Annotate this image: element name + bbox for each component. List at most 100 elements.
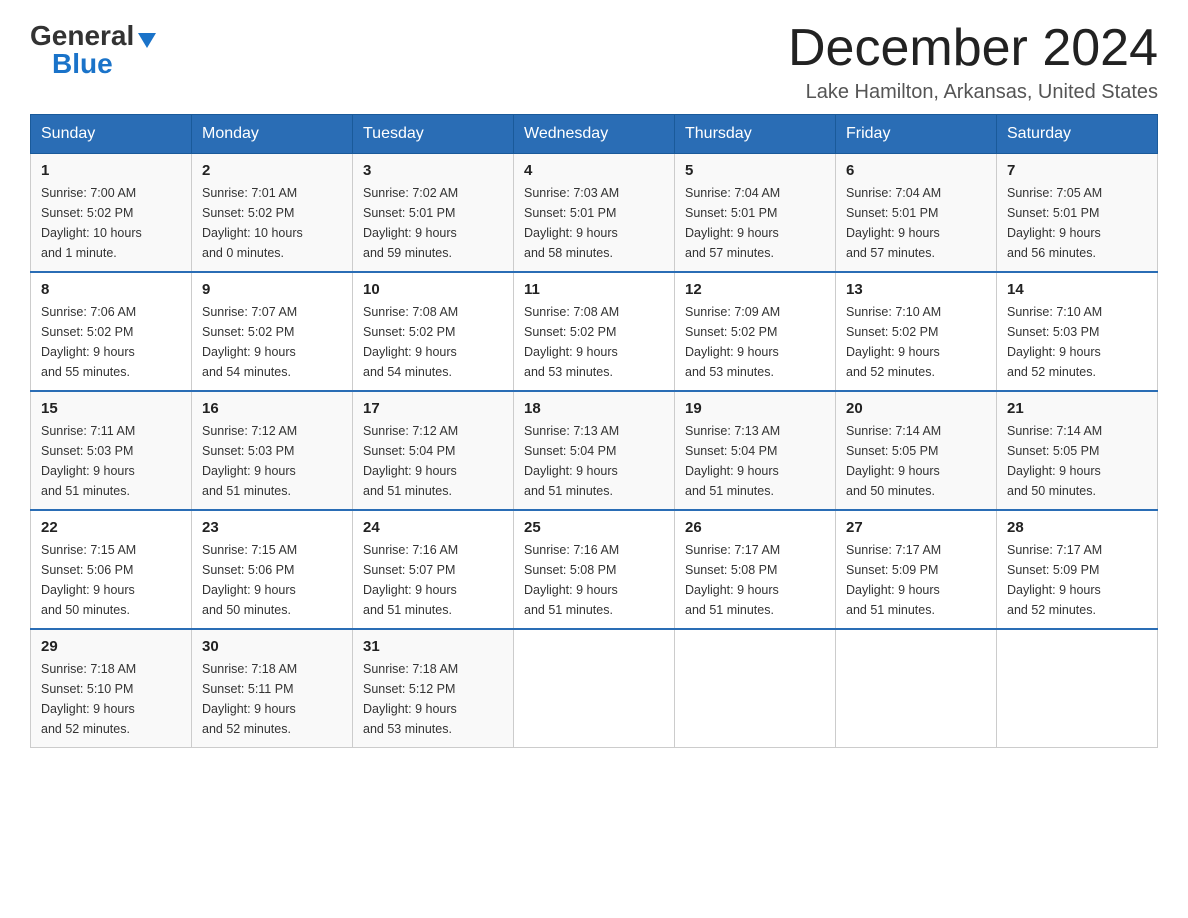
calendar-cell: 30 Sunrise: 7:18 AMSunset: 5:11 PMDayligh… — [192, 629, 353, 748]
calendar-cell: 26 Sunrise: 7:17 AMSunset: 5:08 PMDayligh… — [675, 510, 836, 629]
day-number: 9 — [202, 281, 342, 298]
calendar-cell: 7Sunrise: 7:05 AMSunset: 5:01 PMDaylight… — [997, 154, 1158, 273]
page-header: General Blue December 2024 Lake Hamilton… — [30, 20, 1158, 104]
calendar-cell: 12Sunrise: 7:09 AMSunset: 5:02 PMDayligh… — [675, 272, 836, 391]
calendar-week-row: 22 Sunrise: 7:15 AMSunset: 5:06 PMDayligh… — [31, 510, 1158, 629]
calendar-cell: 22 Sunrise: 7:15 AMSunset: 5:06 PMDayligh… — [31, 510, 192, 629]
day-info: Sunrise: 7:10 AMSunset: 5:02 PMDaylight:… — [846, 302, 986, 382]
day-number: 27 — [846, 519, 986, 536]
day-info: Sunrise: 7:04 AMSunset: 5:01 PMDaylight:… — [846, 183, 986, 263]
day-info: Sunrise: 7:18 AMSunset: 5:11 PMDaylight:… — [202, 659, 342, 739]
day-number: 14 — [1007, 281, 1147, 298]
day-info: Sunrise: 7:12 AMSunset: 5:04 PMDaylight:… — [363, 421, 503, 501]
day-number: 28 — [1007, 519, 1147, 536]
day-number: 15 — [41, 400, 181, 417]
day-number: 2 — [202, 162, 342, 179]
day-number: 11 — [524, 281, 664, 298]
day-number: 6 — [846, 162, 986, 179]
calendar-title: December 2024 — [788, 20, 1158, 77]
weekday-header-wednesday: Wednesday — [514, 115, 675, 154]
day-info: Sunrise: 7:03 AMSunset: 5:01 PMDaylight:… — [524, 183, 664, 263]
calendar-cell: 2 Sunrise: 7:01 AMSunset: 5:02 PMDaylight… — [192, 154, 353, 273]
calendar-cell: 17Sunrise: 7:12 AMSunset: 5:04 PMDayligh… — [353, 391, 514, 510]
logo-blue-text: Blue — [52, 48, 113, 80]
calendar-cell — [997, 629, 1158, 748]
weekday-header-thursday: Thursday — [675, 115, 836, 154]
calendar-week-row: 8Sunrise: 7:06 AMSunset: 5:02 PMDaylight… — [31, 272, 1158, 391]
calendar-cell: 24 Sunrise: 7:16 AMSunset: 5:07 PMDayligh… — [353, 510, 514, 629]
day-number: 3 — [363, 162, 503, 179]
day-number: 25 — [524, 519, 664, 536]
day-number: 24 — [363, 519, 503, 536]
day-info: Sunrise: 7:04 AMSunset: 5:01 PMDaylight:… — [685, 183, 825, 263]
calendar-cell: 23 Sunrise: 7:15 AMSunset: 5:06 PMDayligh… — [192, 510, 353, 629]
calendar-cell: 10 Sunrise: 7:08 AMSunset: 5:02 PMDayligh… — [353, 272, 514, 391]
day-number: 5 — [685, 162, 825, 179]
day-number: 13 — [846, 281, 986, 298]
calendar-cell: 8Sunrise: 7:06 AMSunset: 5:02 PMDaylight… — [31, 272, 192, 391]
calendar-cell: 18Sunrise: 7:13 AMSunset: 5:04 PMDayligh… — [514, 391, 675, 510]
calendar-cell: 14Sunrise: 7:10 AMSunset: 5:03 PMDayligh… — [997, 272, 1158, 391]
calendar-cell: 6 Sunrise: 7:04 AMSunset: 5:01 PMDaylight… — [836, 154, 997, 273]
day-number: 23 — [202, 519, 342, 536]
day-info: Sunrise: 7:16 AMSunset: 5:07 PMDaylight:… — [363, 540, 503, 620]
calendar-cell: 9Sunrise: 7:07 AMSunset: 5:02 PMDaylight… — [192, 272, 353, 391]
day-info: Sunrise: 7:15 AMSunset: 5:06 PMDaylight:… — [41, 540, 181, 620]
day-number: 22 — [41, 519, 181, 536]
day-info: Sunrise: 7:17 AMSunset: 5:08 PMDaylight:… — [685, 540, 825, 620]
day-number: 20 — [846, 400, 986, 417]
day-info: Sunrise: 7:05 AMSunset: 5:01 PMDaylight:… — [1007, 183, 1147, 263]
calendar-cell: 27 Sunrise: 7:17 AMSunset: 5:09 PMDayligh… — [836, 510, 997, 629]
weekday-header-friday: Friday — [836, 115, 997, 154]
day-number: 4 — [524, 162, 664, 179]
calendar-cell: 5 Sunrise: 7:04 AMSunset: 5:01 PMDaylight… — [675, 154, 836, 273]
day-info: Sunrise: 7:02 AMSunset: 5:01 PMDaylight:… — [363, 183, 503, 263]
weekday-header-sunday: Sunday — [31, 115, 192, 154]
day-info: Sunrise: 7:17 AMSunset: 5:09 PMDaylight:… — [846, 540, 986, 620]
calendar-cell: 1Sunrise: 7:00 AMSunset: 5:02 PMDaylight… — [31, 154, 192, 273]
day-info: Sunrise: 7:13 AMSunset: 5:04 PMDaylight:… — [524, 421, 664, 501]
day-info: Sunrise: 7:18 AMSunset: 5:12 PMDaylight:… — [363, 659, 503, 739]
weekday-header-saturday: Saturday — [997, 115, 1158, 154]
day-info: Sunrise: 7:12 AMSunset: 5:03 PMDaylight:… — [202, 421, 342, 501]
calendar-subtitle: Lake Hamilton, Arkansas, United States — [788, 81, 1158, 104]
day-info: Sunrise: 7:09 AMSunset: 5:02 PMDaylight:… — [685, 302, 825, 382]
calendar-cell — [836, 629, 997, 748]
calendar-cell: 25 Sunrise: 7:16 AMSunset: 5:08 PMDayligh… — [514, 510, 675, 629]
day-info: Sunrise: 7:06 AMSunset: 5:02 PMDaylight:… — [41, 302, 181, 382]
calendar-cell: 15 Sunrise: 7:11 AMSunset: 5:03 PMDayligh… — [31, 391, 192, 510]
day-info: Sunrise: 7:00 AMSunset: 5:02 PMDaylight:… — [41, 183, 181, 263]
calendar-week-row: 15 Sunrise: 7:11 AMSunset: 5:03 PMDayligh… — [31, 391, 1158, 510]
day-info: Sunrise: 7:18 AMSunset: 5:10 PMDaylight:… — [41, 659, 181, 739]
day-info: Sunrise: 7:08 AMSunset: 5:02 PMDaylight:… — [524, 302, 664, 382]
day-info: Sunrise: 7:01 AMSunset: 5:02 PMDaylight:… — [202, 183, 342, 263]
calendar-cell: 28 Sunrise: 7:17 AMSunset: 5:09 PMDayligh… — [997, 510, 1158, 629]
day-info: Sunrise: 7:08 AMSunset: 5:02 PMDaylight:… — [363, 302, 503, 382]
calendar-cell: 13 Sunrise: 7:10 AMSunset: 5:02 PMDayligh… — [836, 272, 997, 391]
day-number: 10 — [363, 281, 503, 298]
day-info: Sunrise: 7:17 AMSunset: 5:09 PMDaylight:… — [1007, 540, 1147, 620]
day-info: Sunrise: 7:15 AMSunset: 5:06 PMDaylight:… — [202, 540, 342, 620]
calendar-cell: 29Sunrise: 7:18 AMSunset: 5:10 PMDayligh… — [31, 629, 192, 748]
weekday-header-row: SundayMondayTuesdayWednesdayThursdayFrid… — [31, 115, 1158, 154]
calendar-cell: 20 Sunrise: 7:14 AMSunset: 5:05 PMDayligh… — [836, 391, 997, 510]
calendar-cell: 31 Sunrise: 7:18 AMSunset: 5:12 PMDayligh… — [353, 629, 514, 748]
day-number: 26 — [685, 519, 825, 536]
day-number: 16 — [202, 400, 342, 417]
day-number: 31 — [363, 638, 503, 655]
logo-triangle-icon — [138, 33, 156, 48]
day-info: Sunrise: 7:13 AMSunset: 5:04 PMDaylight:… — [685, 421, 825, 501]
weekday-header-tuesday: Tuesday — [353, 115, 514, 154]
day-info: Sunrise: 7:14 AMSunset: 5:05 PMDaylight:… — [1007, 421, 1147, 501]
day-number: 19 — [685, 400, 825, 417]
calendar-week-row: 29Sunrise: 7:18 AMSunset: 5:10 PMDayligh… — [31, 629, 1158, 748]
day-info: Sunrise: 7:14 AMSunset: 5:05 PMDaylight:… — [846, 421, 986, 501]
calendar-table: SundayMondayTuesdayWednesdayThursdayFrid… — [30, 114, 1158, 748]
day-number: 30 — [202, 638, 342, 655]
calendar-cell: 4 Sunrise: 7:03 AMSunset: 5:01 PMDaylight… — [514, 154, 675, 273]
title-block: December 2024 Lake Hamilton, Arkansas, U… — [788, 20, 1158, 104]
calendar-week-row: 1Sunrise: 7:00 AMSunset: 5:02 PMDaylight… — [31, 154, 1158, 273]
calendar-cell — [675, 629, 836, 748]
day-info: Sunrise: 7:11 AMSunset: 5:03 PMDaylight:… — [41, 421, 181, 501]
day-info: Sunrise: 7:16 AMSunset: 5:08 PMDaylight:… — [524, 540, 664, 620]
